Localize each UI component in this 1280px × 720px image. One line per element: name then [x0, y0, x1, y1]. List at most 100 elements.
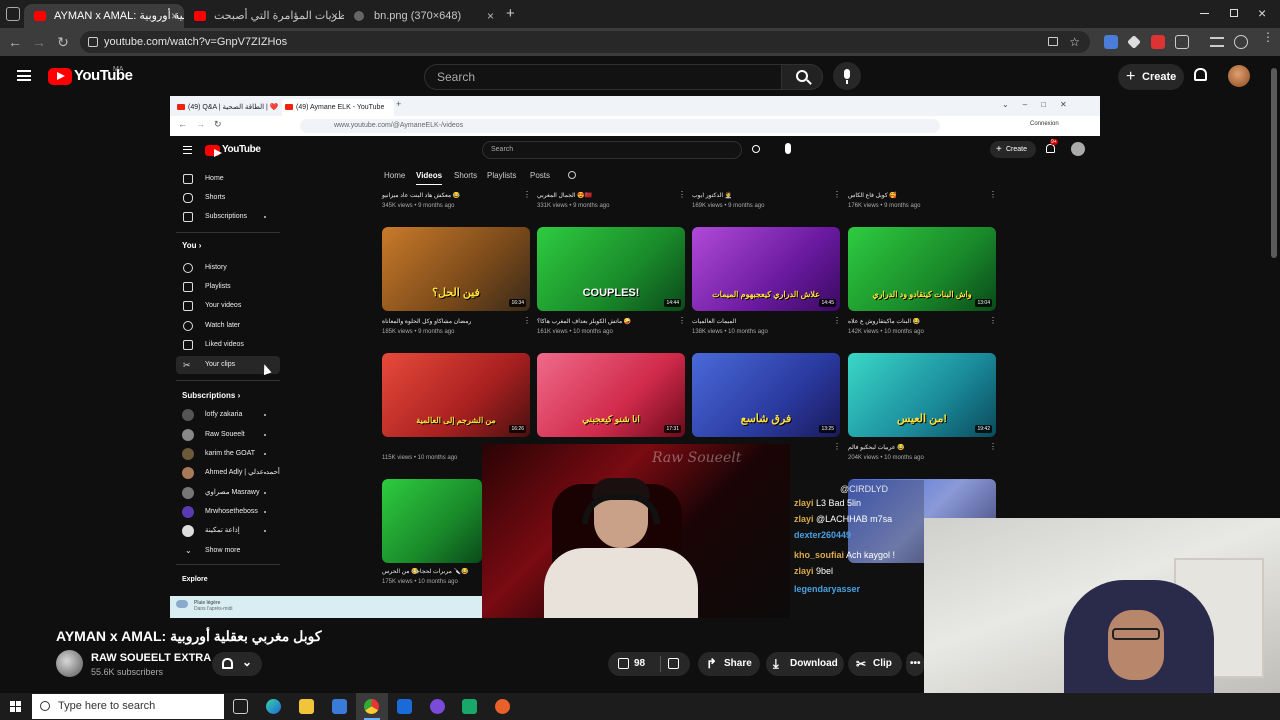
page-scrollbar[interactable]: [1271, 68, 1277, 258]
translate-extension-icon[interactable]: [1104, 35, 1118, 49]
thumbs-down-icon: [668, 658, 679, 669]
tab-close-icon[interactable]: ×: [487, 4, 494, 28]
inner-avatar: [1071, 142, 1085, 156]
chrome-icon[interactable]: [364, 699, 379, 714]
extension-diamond-icon[interactable]: [1127, 35, 1141, 49]
video-meta: 204K views • 10 months ago: [848, 455, 924, 461]
avatar[interactable]: [1228, 65, 1250, 87]
dislike-button[interactable]: [664, 652, 688, 676]
like-count: 98: [634, 658, 646, 669]
task-view-icon[interactable]: [233, 699, 248, 714]
address-bar[interactable]: youtube.com/watch?v=GnpV7ZIZHos ☆: [80, 31, 1090, 53]
youtube-header: YouTube MA Search + Create: [0, 56, 1280, 96]
tab-close-icon[interactable]: ×: [171, 4, 178, 28]
tab-title: أبرز نظريات المؤامرة التي أصبحت...: [214, 10, 344, 22]
create-button[interactable]: + Create: [1118, 64, 1184, 90]
inner-channel-tab: Playlists: [487, 171, 517, 180]
media-queue-icon[interactable]: [1210, 37, 1224, 47]
restore-icon[interactable]: [1230, 9, 1238, 17]
inner-tab-title: (49) Aymane ELK - YouTube: [296, 104, 385, 111]
file-explorer-icon[interactable]: [299, 699, 314, 714]
bookmark-star-icon[interactable]: ☆: [1069, 31, 1080, 53]
channel-name[interactable]: RAW SOUEELT EXTRA: [91, 652, 211, 664]
video-title: الميمات العالميات: [692, 319, 737, 325]
voice-search-button[interactable]: [833, 62, 861, 90]
new-tab-button[interactable]: +: [506, 5, 515, 22]
download-button[interactable]: ⤓ Download: [766, 652, 844, 676]
shorts-icon: [183, 193, 193, 203]
like-button[interactable]: 98: [616, 652, 660, 676]
new-dot: [264, 492, 266, 494]
windows-start-icon[interactable]: [10, 701, 21, 712]
divider: [176, 232, 280, 233]
tab-search-icon[interactable]: [6, 7, 20, 21]
app-orange-icon[interactable]: [495, 699, 510, 714]
live-chat-overlay: @CIRDLYD zlayi L3 Bad 5lin zlayi @LACHHA…: [790, 480, 924, 618]
inner-address-bar: ← → ↻ www.youtube.com/@AymaneELK-/videos…: [170, 116, 1100, 136]
share-button[interactable]: ↱ Share: [698, 652, 760, 676]
store-icon[interactable]: [332, 699, 347, 714]
new-dot: [264, 434, 266, 436]
video-thumbnail: من الشرجم إلى العالمية 16:26: [382, 353, 530, 437]
subscriptions-header: Subscriptions ›: [182, 391, 241, 400]
window-close-icon[interactable]: ×: [1258, 5, 1266, 21]
browser-tab[interactable]: أبرز نظريات المؤامرة التي أصبحت... ×: [184, 4, 344, 28]
globe-favicon-icon: [354, 11, 364, 21]
video-thumbnail: من العيس! 19:42: [848, 353, 996, 437]
explore-header: Explore: [182, 576, 208, 583]
tab-title: bn.png (370×648): [374, 10, 462, 22]
inner-browser-tabs: (49) Q&A | الطاقة الصحية | ❤️ (49) Ayman…: [170, 96, 1100, 116]
taskbar-search-input[interactable]: Type here to search: [32, 694, 224, 719]
app-green-icon[interactable]: [462, 699, 477, 714]
stream-watermark: Raw Soueelt: [652, 450, 742, 466]
extension-red-icon[interactable]: [1151, 35, 1165, 49]
forward-arrow-icon[interactable]: →: [31, 34, 47, 50]
youtube-favicon-icon: [177, 104, 185, 110]
more-actions-button[interactable]: •••: [906, 652, 924, 676]
discord-like-icon[interactable]: [430, 699, 445, 714]
install-app-icon[interactable]: [1048, 37, 1058, 46]
inner-search-icon: [752, 145, 760, 153]
channel-avatar[interactable]: [56, 650, 83, 677]
inner-tab-title: (49) Q&A | الطاقة الصحية | ❤️: [188, 104, 279, 111]
playlists-icon: [183, 282, 193, 292]
extensions-puzzle-icon[interactable]: [1175, 35, 1189, 49]
chat-message: zlayi L3 Bad 5lin: [794, 498, 861, 508]
sidebar-label: Your clips: [205, 361, 236, 368]
inner-create-button: + Create: [990, 141, 1036, 158]
youtube-logo-icon[interactable]: [48, 68, 72, 85]
edge-browser-icon[interactable]: [266, 699, 281, 714]
new-dot: [264, 414, 266, 416]
share-label: Share: [724, 658, 752, 669]
search-icon: [40, 701, 50, 711]
subscribe-notification-button[interactable]: ⌄: [212, 652, 262, 676]
video-meta: 115K views • 10 months ago: [382, 455, 458, 461]
video-title: عربيات لبحكيو فالم 😂: [848, 445, 905, 451]
tab-close-icon[interactable]: ×: [331, 4, 338, 28]
outlook-icon[interactable]: [397, 699, 412, 714]
browser-tab[interactable]: bn.png (370×648) ×: [344, 4, 500, 28]
inner-subscription-item: lotfy zakaria: [176, 406, 280, 424]
divider: [176, 380, 280, 381]
site-info-icon[interactable]: [88, 37, 98, 47]
profile-icon[interactable]: [1234, 35, 1248, 49]
inner-sidebar: Home Shorts Subscriptions You › History …: [170, 136, 286, 618]
reload-icon[interactable]: ↻: [55, 34, 71, 50]
clip-button[interactable]: ✂ Clip: [848, 652, 902, 676]
inner-back-icon: ←: [178, 119, 187, 129]
hamburger-menu-icon[interactable]: [17, 70, 31, 81]
browser-menu-icon[interactable]: ⋮: [1262, 31, 1274, 43]
search-button[interactable]: [781, 64, 823, 90]
back-arrow-icon[interactable]: ←: [7, 34, 23, 50]
video-meta: 345K views • 9 months ago: [382, 203, 455, 209]
sidebar-label: Shorts: [205, 194, 226, 201]
browser-tab-active[interactable]: AYMAN x AMAL: كوبل مغربي بعقلية أوروبية …: [24, 4, 184, 28]
youtube-favicon-icon: [194, 11, 206, 21]
thumbnail-text: انا شنو كيعجبني: [582, 414, 640, 424]
search-input[interactable]: Search: [424, 64, 782, 90]
channel-avatar: [182, 525, 194, 537]
notifications-bell-icon[interactable]: [1194, 68, 1207, 81]
more-options-icon: ⋮: [833, 442, 841, 451]
inner-subscription-item: Raw Soueelt: [176, 426, 280, 444]
minimize-icon[interactable]: [1200, 13, 1209, 14]
